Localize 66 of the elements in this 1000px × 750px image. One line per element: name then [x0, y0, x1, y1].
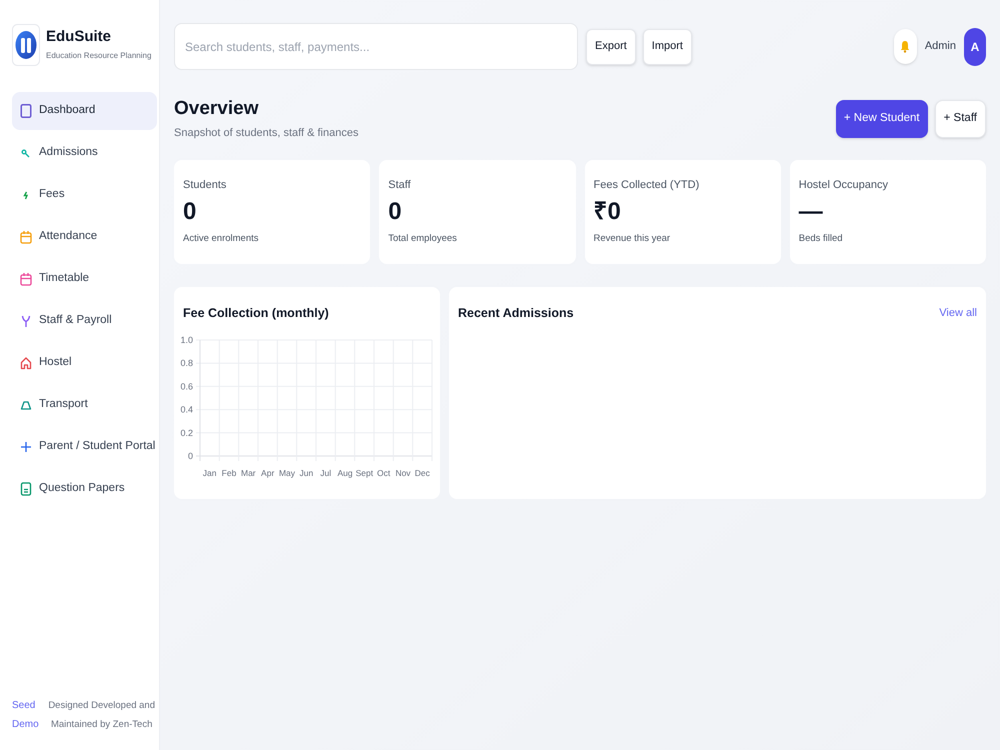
calendar-icon: [20, 272, 32, 286]
user-avatar[interactable]: A: [964, 28, 986, 66]
rectangle-icon: [20, 104, 32, 118]
sidebar-item[interactable]: Staff & Payroll: [12, 302, 157, 340]
axis-label: Mar: [241, 468, 256, 478]
axis-label: 0.2: [180, 428, 193, 438]
axis-label: Apr: [261, 468, 274, 478]
sidebar-item[interactable]: Timetable: [12, 260, 157, 298]
axis-label: Oct: [377, 468, 390, 478]
user-name: Admin: [924, 39, 956, 54]
fork-icon: [20, 314, 32, 328]
axis-label: Nov: [395, 468, 411, 478]
document-icon: [20, 482, 32, 496]
stat-label: Students: [183, 179, 228, 192]
axis-label: May: [278, 468, 296, 478]
logo-icon: [12, 24, 40, 66]
stat-note: Revenue this year: [594, 233, 672, 245]
stat-label: Staff: [388, 179, 412, 192]
brand-tagline: Education Resource Planning: [46, 50, 152, 62]
page-title: Overview: [174, 98, 260, 120]
calendar-icon: [20, 230, 32, 244]
stat-note: Active enrolments: [183, 233, 260, 245]
axis-label: Jul: [320, 468, 332, 478]
sidebar-item[interactable]: Fees: [12, 176, 157, 214]
house-icon: [20, 356, 32, 370]
sidebar-item[interactable]: Question Papers: [12, 470, 157, 508]
stat-value: ₹0: [594, 198, 622, 226]
stat-label: Fees Collected (YTD): [594, 179, 700, 192]
stat-note: Beds filled: [798, 233, 844, 245]
stat-note: Total employees: [388, 233, 458, 245]
card-title: Recent Admissions: [458, 305, 574, 322]
axis-label: Aug: [337, 468, 353, 478]
axis-label: 0.8: [180, 358, 193, 368]
view-all-link[interactable]: View all: [939, 305, 977, 322]
chart-title: Fee Collection (monthly): [183, 305, 330, 321]
page-subtitle: Snapshot of students, staff & finances: [174, 126, 358, 140]
sidebar-item[interactable]: Hostel: [12, 344, 157, 382]
axis-label: Sept: [356, 468, 374, 478]
axis-label: 0.6: [180, 381, 193, 392]
new-student-button[interactable]: + New Student: [836, 100, 928, 138]
axis-label: Jun: [299, 468, 314, 478]
stat-label: Hostel Occupancy: [798, 179, 890, 192]
sidebar-item[interactable]: Admissions: [12, 134, 157, 172]
axis-label: Dec: [414, 468, 430, 478]
toolbar-button[interactable]: Export: [586, 28, 636, 64]
notification-button[interactable]: [894, 29, 917, 64]
toolbar-button[interactable]: Import: [642, 28, 692, 64]
bell-icon: [900, 40, 910, 53]
axis-label: Feb: [222, 468, 236, 478]
axis-label: 0.4: [180, 404, 193, 415]
axis-label: 1.0: [180, 335, 193, 345]
sidebar-item[interactable]: Transport: [12, 386, 157, 424]
stat-value: 0: [388, 198, 403, 226]
sidebar-item[interactable]: Dashboard: [12, 92, 157, 130]
axis-label: Jan: [202, 468, 217, 478]
stat-value: —: [798, 198, 824, 226]
sidebar-item[interactable]: Attendance: [12, 218, 157, 256]
axis-label: 0: [188, 451, 193, 461]
add-staff-button[interactable]: + Staff: [934, 100, 986, 138]
sidebar-item[interactable]: Parent / Student Portal: [12, 428, 157, 466]
search-field[interactable]: Search students, staff, payments...: [174, 23, 578, 70]
seed-demo-link[interactable]: Seed Demo: [12, 696, 39, 734]
plus-icon: [20, 440, 32, 454]
credit-text: Designed Developed and Maintained by Zen-Tech: [48, 699, 156, 732]
brand-name: EduSuite: [46, 28, 112, 46]
stat-value: 0: [183, 198, 198, 226]
